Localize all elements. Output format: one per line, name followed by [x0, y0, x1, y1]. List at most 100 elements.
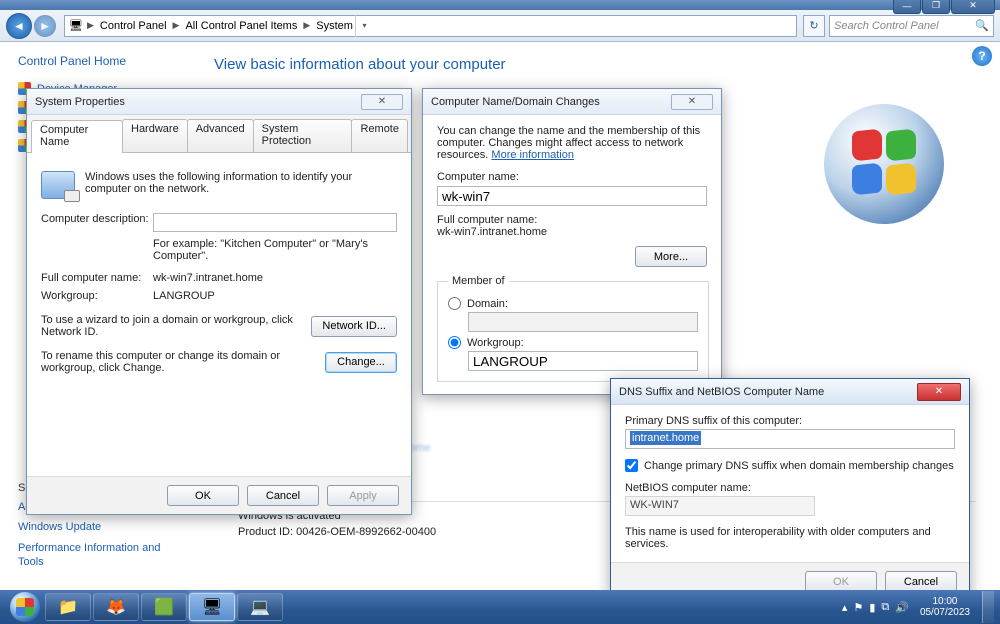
taskbar-app-green[interactable]: 🟩	[141, 593, 187, 621]
breadcrumb[interactable]: System	[316, 20, 353, 32]
window-titlebar: — ❐ ✕	[0, 0, 1000, 10]
close-button[interactable]: ✕	[951, 0, 995, 14]
more-information-link[interactable]: More information	[491, 149, 574, 161]
tray-battery-icon[interactable]: ▮	[869, 601, 875, 614]
back-button[interactable]: ◄	[6, 13, 32, 39]
change-suffix-label: Change primary DNS suffix when domain me…	[644, 460, 954, 472]
tray-clock[interactable]: 10:00 05/07/2023	[920, 596, 970, 619]
computer-name-input[interactable]	[437, 186, 707, 206]
tab-computer-name[interactable]: Computer Name	[31, 120, 123, 153]
dialog-title: DNS Suffix and NetBIOS Computer Name	[619, 386, 824, 398]
system-tray: ▴ ⚑ ▮ ⧉ 🔊 10:00 05/07/2023	[839, 591, 994, 623]
full-computer-name-value: wk-win7.intranet.home	[437, 226, 707, 238]
control-panel-home-link[interactable]: Control Panel Home	[18, 54, 180, 68]
forward-button[interactable]: ►	[34, 15, 56, 37]
netbios-value: WK-WIN7	[625, 496, 815, 516]
taskbar-explorer[interactable]: 📁	[45, 593, 91, 621]
computer-icon: 🖥	[69, 19, 83, 32]
dialog-title: Computer Name/Domain Changes	[431, 96, 600, 108]
domain-changes-dialog: Computer Name/Domain Changes ✕ You can c…	[422, 88, 722, 395]
windows-logo	[824, 104, 944, 224]
domain-radio-label: Domain:	[467, 298, 508, 310]
tray-network-icon[interactable]: ⧉	[881, 601, 889, 614]
show-desktop-button[interactable]	[982, 591, 994, 623]
computer-description-label: Computer description:	[41, 213, 153, 225]
full-computer-name-label: Full computer name:	[41, 272, 153, 284]
ok-button[interactable]: OK	[805, 571, 877, 592]
change-suffix-checkbox[interactable]	[625, 459, 638, 472]
tab-remote[interactable]: Remote	[351, 119, 408, 152]
workgroup-radio-label: Workgroup:	[467, 337, 524, 349]
domain-input	[468, 312, 698, 332]
taskbar-control-panel[interactable]: 🖥	[189, 593, 235, 621]
start-button[interactable]	[6, 590, 44, 624]
help-icon[interactable]: ?	[972, 46, 992, 66]
tab-advanced[interactable]: Advanced	[187, 119, 254, 152]
see-also-windows-update[interactable]: Windows Update	[18, 520, 180, 534]
computer-name-label: Computer name:	[437, 171, 707, 183]
netbios-label: NetBIOS computer name:	[625, 482, 955, 494]
workgroup-label: Workgroup:	[41, 290, 153, 302]
taskbar: 📁 🦊 🟩 🖥 💻 ▴ ⚑ ▮ ⧉ 🔊 10:00 05/07/2023	[0, 590, 1000, 624]
maximize-button[interactable]: ❐	[922, 0, 950, 14]
primary-dns-input[interactable]: intranet.home	[625, 429, 955, 449]
dns-suffix-dialog: DNS Suffix and NetBIOS Computer Name ✕ P…	[610, 378, 970, 601]
minimize-button[interactable]: —	[893, 0, 921, 14]
member-of-legend: Member of	[448, 275, 509, 287]
primary-dns-value: intranet.home	[630, 431, 701, 445]
dialog-close-button[interactable]: ✕	[361, 94, 403, 110]
address-bar[interactable]: 🖥 ▶ Control Panel ▶ All Control Panel It…	[64, 15, 797, 37]
dns-note: This name is used for interoperability w…	[625, 526, 955, 550]
breadcrumb[interactable]: Control Panel	[100, 20, 167, 32]
see-also-performance[interactable]: Performance Information and Tools	[18, 541, 180, 570]
tray-time: 10:00	[920, 596, 970, 608]
description-example: For example: "Kitchen Computer" or "Mary…	[153, 238, 397, 262]
address-dropdown[interactable]: ▾	[355, 15, 373, 37]
tray-chevron-up-icon[interactable]: ▴	[842, 601, 848, 614]
taskbar-firefox[interactable]: 🦊	[93, 593, 139, 621]
dialog-title: System Properties	[35, 96, 125, 108]
cancel-button[interactable]: Cancel	[247, 485, 319, 506]
full-computer-name-label: Full computer name:	[437, 214, 707, 226]
more-button[interactable]: More...	[635, 246, 707, 267]
dialog-close-button[interactable]: ✕	[917, 383, 961, 401]
product-id-value: 00426-OEM-8992662-00400	[296, 526, 436, 538]
taskbar-system-properties[interactable]: 💻	[237, 593, 283, 621]
explorer-navbar: ◄ ► 🖥 ▶ Control Panel ▶ All Control Pane…	[0, 10, 1000, 42]
network-id-text: To use a wizard to join a domain or work…	[41, 314, 311, 338]
network-id-button[interactable]: Network ID...	[311, 316, 397, 337]
workgroup-input[interactable]	[468, 351, 698, 371]
page-title: View basic information about your comput…	[214, 56, 976, 73]
product-id-label: Product ID:	[238, 526, 293, 538]
full-computer-name-value: wk-win7.intranet.home	[153, 272, 263, 284]
change-button[interactable]: Change...	[325, 352, 397, 373]
primary-dns-label: Primary DNS suffix of this computer:	[625, 415, 955, 427]
chevron-right-icon: ▶	[173, 20, 180, 31]
change-text: To rename this computer or change its do…	[41, 350, 325, 374]
system-properties-dialog: System Properties ✕ Computer Name Hardwa…	[26, 88, 412, 515]
sysprops-intro: Windows uses the following information t…	[85, 171, 397, 195]
workgroup-value: LANGROUP	[153, 290, 215, 302]
tray-date: 05/07/2023	[920, 607, 970, 619]
chevron-right-icon: ▶	[87, 20, 94, 31]
tray-volume-icon[interactable]: 🔊	[895, 601, 909, 614]
refresh-button[interactable]: ↻	[803, 15, 825, 37]
search-input[interactable]: Search Control Panel 🔍	[829, 15, 994, 37]
tab-hardware[interactable]: Hardware	[122, 119, 188, 152]
sysprops-tabs: Computer Name Hardware Advanced System P…	[27, 115, 411, 153]
computer-description-input[interactable]	[153, 213, 397, 232]
dialog-close-button[interactable]: ✕	[671, 94, 713, 110]
computer-icon	[41, 171, 75, 199]
member-of-fieldset: Member of Domain: Workgroup:	[437, 275, 709, 382]
domain-radio[interactable]	[448, 297, 461, 310]
breadcrumb[interactable]: All Control Panel Items	[185, 20, 297, 32]
cancel-button[interactable]: Cancel	[885, 571, 957, 592]
ok-button[interactable]: OK	[167, 485, 239, 506]
chevron-right-icon: ▶	[303, 20, 310, 31]
tray-flag-icon[interactable]: ⚑	[853, 601, 863, 614]
workgroup-radio[interactable]	[448, 336, 461, 349]
search-icon: 🔍	[975, 19, 989, 32]
apply-button[interactable]: Apply	[327, 485, 399, 506]
search-placeholder: Search Control Panel	[834, 20, 939, 32]
tab-system-protection[interactable]: System Protection	[253, 119, 353, 152]
